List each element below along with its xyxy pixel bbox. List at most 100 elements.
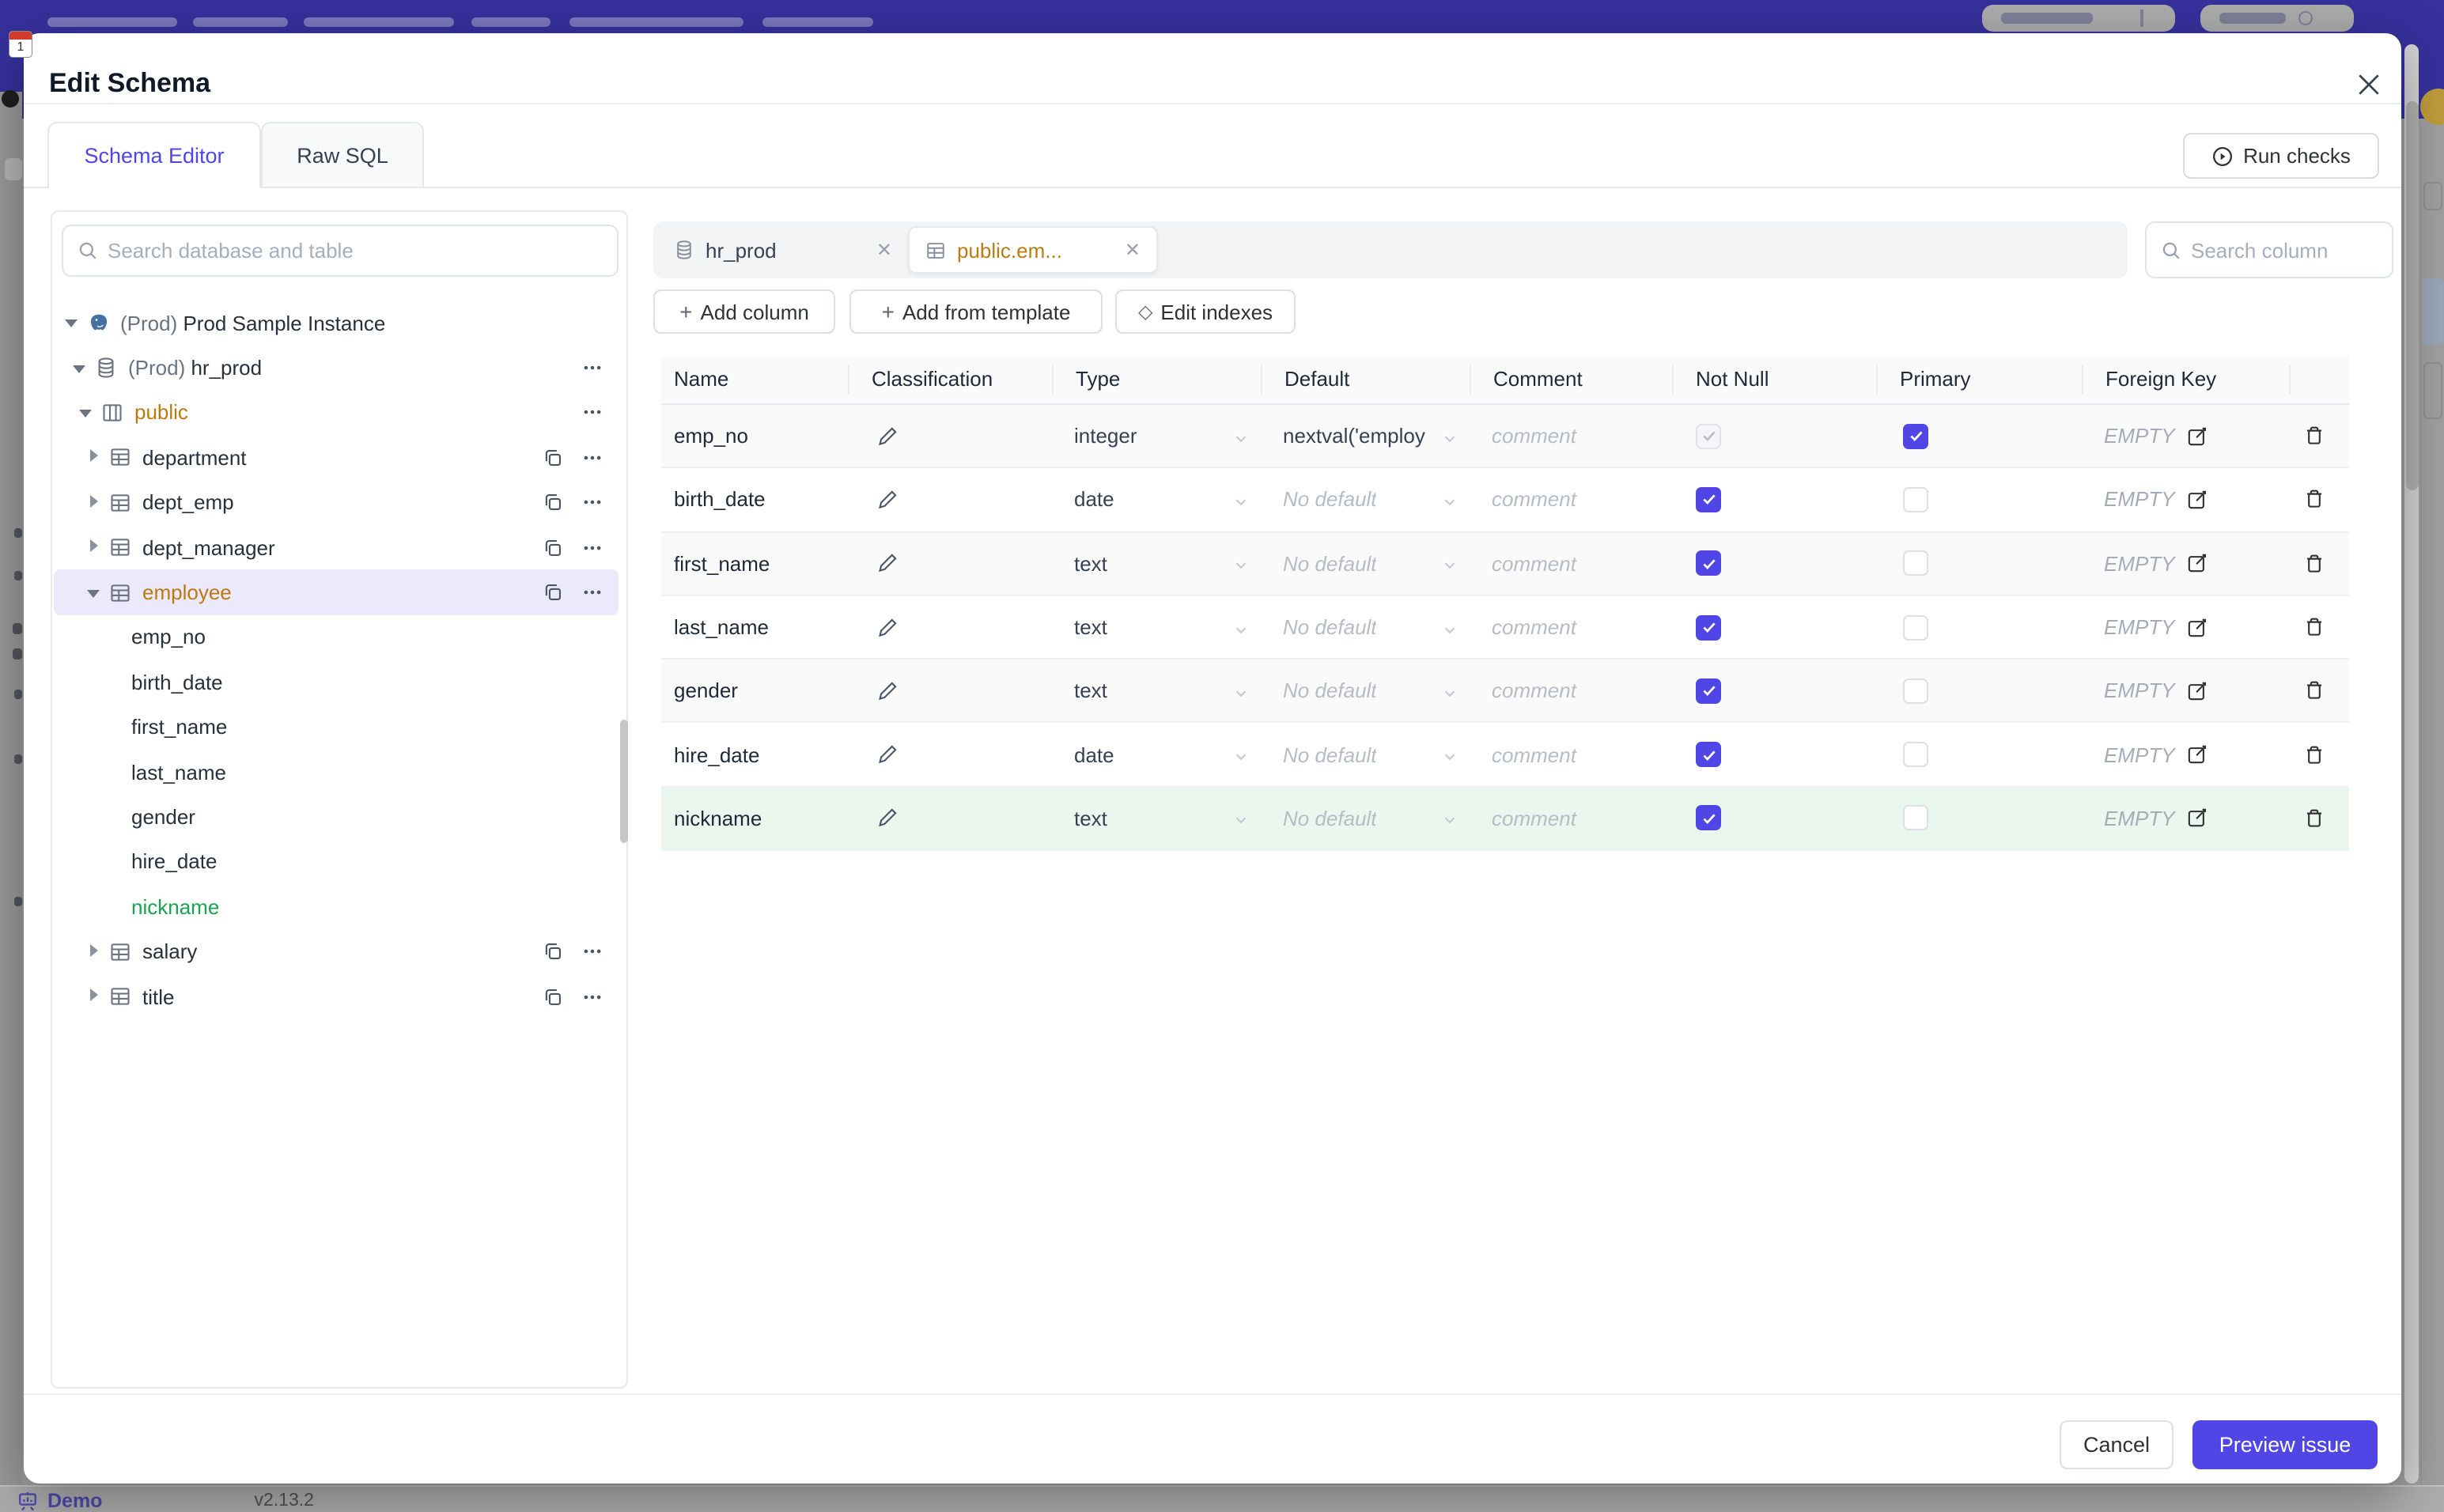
- comment-cell[interactable]: comment: [1470, 788, 1672, 850]
- copy-icon[interactable]: [543, 447, 565, 469]
- tree-item-schema-public[interactable]: public: [54, 391, 619, 436]
- primary-checkbox[interactable]: [1903, 805, 1928, 831]
- type-cell[interactable]: integer: [1052, 405, 1261, 467]
- type-cell[interactable]: text: [1052, 788, 1261, 850]
- page-scrollbar-thumb[interactable]: [2405, 101, 2418, 490]
- primary-checkbox[interactable]: [1903, 550, 1928, 576]
- tree-item-table-dept-emp[interactable]: dept_emp: [54, 480, 619, 525]
- pencil-icon[interactable]: [876, 743, 899, 765]
- type-cell[interactable]: date: [1052, 724, 1261, 786]
- type-cell[interactable]: text: [1052, 532, 1261, 595]
- tree-search-input[interactable]: Search database and table: [62, 225, 619, 277]
- edit-icon[interactable]: [2186, 489, 2208, 511]
- not-null-checkbox[interactable]: [1696, 486, 1721, 512]
- column-name-cell[interactable]: emp_no: [661, 405, 848, 467]
- tree-item-column-birth-date[interactable]: birth_date: [54, 660, 619, 705]
- tree-item-table-department[interactable]: department: [54, 435, 619, 480]
- column-name-cell[interactable]: hire_date: [661, 724, 848, 786]
- run-checks-button[interactable]: Run checks: [2183, 133, 2379, 179]
- column-search-input[interactable]: Search column: [2145, 221, 2393, 278]
- chevron-right-icon[interactable]: [87, 988, 103, 1004]
- editor-tab-public-employee[interactable]: public.em... ✕: [908, 226, 1158, 274]
- primary-checkbox[interactable]: [1903, 486, 1928, 512]
- default-cell[interactable]: No default: [1261, 532, 1470, 595]
- trash-icon[interactable]: [2303, 488, 2325, 512]
- more-icon[interactable]: [582, 940, 604, 962]
- not-null-checkbox[interactable]: [1696, 614, 1721, 641]
- default-cell[interactable]: No default: [1261, 724, 1470, 786]
- not-null-checkbox[interactable]: [1696, 423, 1721, 449]
- column-name-cell[interactable]: last_name: [661, 596, 848, 659]
- default-cell[interactable]: No default: [1261, 788, 1470, 850]
- more-icon[interactable]: [582, 357, 604, 379]
- comment-cell[interactable]: comment: [1470, 469, 1672, 531]
- type-cell[interactable]: text: [1052, 596, 1261, 659]
- tree-item-table-dept-manager[interactable]: dept_manager: [54, 525, 619, 570]
- comment-cell[interactable]: comment: [1470, 532, 1672, 595]
- trash-icon[interactable]: [2303, 551, 2325, 575]
- column-name-cell[interactable]: birth_date: [661, 469, 848, 531]
- close-icon[interactable]: ✕: [1125, 239, 1141, 261]
- default-cell[interactable]: No default: [1261, 660, 1470, 722]
- type-cell[interactable]: date: [1052, 469, 1261, 531]
- preview-issue-button[interactable]: Preview issue: [2192, 1420, 2378, 1469]
- type-cell[interactable]: text: [1052, 660, 1261, 722]
- more-icon[interactable]: [582, 581, 604, 603]
- tree-item-column-hire-date[interactable]: hire_date: [54, 839, 619, 884]
- primary-checkbox[interactable]: [1903, 742, 1928, 768]
- chevron-right-icon[interactable]: [87, 943, 103, 959]
- default-cell[interactable]: nextval('employ: [1261, 405, 1470, 467]
- pencil-icon[interactable]: [876, 552, 899, 574]
- more-icon[interactable]: [582, 402, 604, 424]
- pencil-icon[interactable]: [876, 425, 899, 447]
- pencil-icon[interactable]: [876, 807, 899, 830]
- close-icon[interactable]: ✕: [876, 239, 892, 261]
- primary-checkbox[interactable]: [1903, 678, 1928, 704]
- pencil-icon[interactable]: [876, 680, 899, 702]
- primary-checkbox[interactable]: [1903, 614, 1928, 641]
- trash-icon[interactable]: [2303, 743, 2325, 766]
- copy-icon[interactable]: [543, 492, 565, 514]
- not-null-checkbox[interactable]: [1696, 678, 1721, 704]
- more-icon[interactable]: [582, 447, 604, 469]
- edit-icon[interactable]: [2186, 680, 2208, 702]
- editor-tab-hr-prod[interactable]: hr_prod ✕: [658, 226, 908, 274]
- trash-icon[interactable]: [2303, 615, 2325, 639]
- tab-raw-sql[interactable]: Raw SQL: [261, 122, 424, 188]
- primary-checkbox[interactable]: [1903, 423, 1928, 449]
- demo-label[interactable]: Demo: [47, 1489, 102, 1511]
- tree-item-database[interactable]: (Prod) hr_prod: [54, 346, 619, 391]
- tree-item-table-salary[interactable]: salary: [54, 929, 619, 974]
- tree-scrollbar-thumb[interactable]: [620, 720, 628, 843]
- column-name-cell[interactable]: nickname: [661, 788, 848, 850]
- add-column-button[interactable]: + Add column: [653, 289, 835, 334]
- comment-cell[interactable]: comment: [1470, 660, 1672, 722]
- edit-icon[interactable]: [2186, 425, 2208, 447]
- edit-icon[interactable]: [2186, 743, 2208, 765]
- tree-item-table-employee[interactable]: employee: [54, 569, 619, 615]
- chevron-down-icon[interactable]: [65, 315, 81, 331]
- chevron-down-icon[interactable]: [73, 360, 89, 376]
- not-null-checkbox[interactable]: [1696, 550, 1721, 576]
- trash-icon[interactable]: [2303, 807, 2325, 830]
- edit-indexes-button[interactable]: ◇ Edit indexes: [1115, 289, 1296, 334]
- comment-cell[interactable]: comment: [1470, 724, 1672, 786]
- column-name-cell[interactable]: first_name: [661, 532, 848, 595]
- chevron-down-icon[interactable]: [87, 584, 103, 600]
- tree-item-column-nickname[interactable]: nickname: [54, 884, 619, 929]
- chevron-down-icon[interactable]: [79, 405, 95, 421]
- tree-item-instance[interactable]: (Prod) Prod Sample Instance: [54, 301, 619, 346]
- edit-icon[interactable]: [2186, 616, 2208, 638]
- edit-icon[interactable]: [2186, 552, 2208, 574]
- tree-item-table-title[interactable]: title: [54, 974, 619, 1019]
- copy-icon[interactable]: [543, 985, 565, 1007]
- copy-icon[interactable]: [543, 940, 565, 962]
- copy-icon[interactable]: [543, 581, 565, 603]
- chevron-right-icon[interactable]: [87, 449, 103, 466]
- default-cell[interactable]: No default: [1261, 469, 1470, 531]
- default-cell[interactable]: No default: [1261, 596, 1470, 659]
- copy-icon[interactable]: [543, 536, 565, 558]
- cancel-button[interactable]: Cancel: [2060, 1420, 2173, 1469]
- tree-item-column-emp-no[interactable]: emp_no: [54, 614, 619, 660]
- column-name-cell[interactable]: gender: [661, 660, 848, 722]
